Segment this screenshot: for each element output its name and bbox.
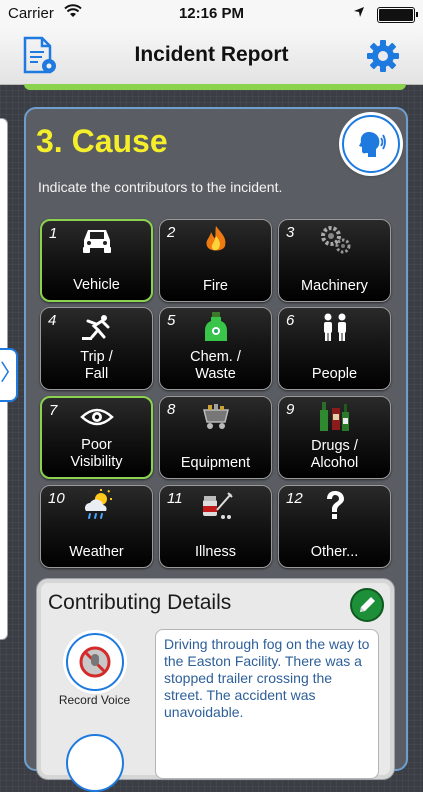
- record-voice-label: Record Voice: [58, 693, 131, 707]
- no-microphone-icon: [79, 646, 111, 678]
- drawer-handle[interactable]: 〉: [0, 348, 22, 402]
- tile-label: Machinery: [301, 278, 368, 294]
- weather-icon: [41, 489, 152, 520]
- cause-tile-fire[interactable]: 2 Fire: [159, 219, 272, 302]
- previous-section-strip: [24, 84, 406, 90]
- secondary-action-button[interactable]: [66, 734, 124, 792]
- cause-tile-gears[interactable]: 3 Machinery: [278, 219, 391, 302]
- tile-label: Weather: [69, 544, 124, 560]
- tile-label: Trip / Fall: [80, 349, 113, 382]
- gears-icon: [279, 224, 390, 254]
- edit-pencil-icon[interactable]: [350, 588, 384, 622]
- status-bar: Carrier 12:16 PM: [0, 0, 423, 28]
- page-title: Incident Report: [134, 43, 289, 66]
- cause-tile-car[interactable]: 1 Vehicle: [40, 219, 153, 302]
- bottles-icon: [279, 401, 390, 431]
- voice-input-button[interactable]: [342, 115, 400, 173]
- cause-tile-bottles[interactable]: 9 Drugs / Alcohol: [278, 396, 391, 479]
- chevron-right-icon: 〉: [0, 360, 23, 385]
- cause-tile-weather[interactable]: 10 Weather: [40, 485, 153, 568]
- cause-tile-cart-equipment[interactable]: 8 Equipment: [159, 396, 272, 479]
- cause-tile-question[interactable]: 12 Other...: [278, 485, 391, 568]
- fire-icon: [160, 224, 271, 254]
- people-icon: [279, 312, 390, 342]
- cause-tile-eye[interactable]: 7 Poor Visibility: [40, 396, 153, 479]
- speaking-head-icon: [359, 132, 386, 157]
- illness-icon: [160, 490, 271, 520]
- tile-label: Equipment: [180, 455, 251, 471]
- tile-label: Poor Visibility: [70, 437, 123, 470]
- tile-label: Chem. / Waste: [190, 349, 241, 382]
- cause-tile-trip-fall[interactable]: 4 Trip / Fall: [40, 307, 153, 390]
- eye-icon: [42, 402, 151, 432]
- tile-label: Vehicle: [73, 277, 120, 293]
- cart-equipment-icon: [160, 401, 271, 431]
- gear-icon[interactable]: [365, 38, 401, 74]
- tile-label: Other...: [310, 544, 359, 560]
- tile-label: Illness: [194, 544, 237, 560]
- cause-tile-people[interactable]: 6 People: [278, 307, 391, 390]
- section-title: 3. Cause: [36, 123, 168, 159]
- details-text-area[interactable]: Driving through fog on the way to the Ea…: [155, 629, 379, 779]
- nav-bar: Incident Report: [0, 28, 423, 85]
- details-title: Contributing Details: [48, 591, 232, 614]
- car-icon: [42, 225, 151, 255]
- tile-label: Drugs / Alcohol: [310, 438, 359, 471]
- instructions-text: Indicate the contributors to the inciden…: [38, 179, 283, 195]
- record-voice-button[interactable]: [66, 633, 124, 691]
- tile-label: Fire: [203, 278, 228, 294]
- battery-icon: [377, 7, 418, 23]
- cause-tile-chemical-bottle[interactable]: 5 Chem. / Waste: [159, 307, 272, 390]
- location-arrow-icon: [353, 5, 365, 22]
- chemical-bottle-icon: [160, 312, 271, 342]
- question-icon: [279, 490, 390, 520]
- cause-tile-illness[interactable]: 11 Illness: [159, 485, 272, 568]
- trip-fall-icon: [41, 312, 152, 342]
- tile-label: People: [311, 366, 358, 382]
